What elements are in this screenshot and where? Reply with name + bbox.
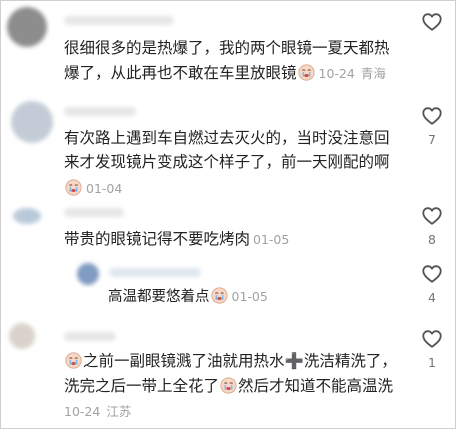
username-blurred[interactable] [64, 208, 124, 217]
comment-text-line: 带贵的眼镜记得不要吃烤肉 01-05 [64, 230, 290, 248]
like-count [417, 39, 447, 53]
like-count: 1 [428, 355, 436, 370]
heart-outline-icon[interactable] [421, 11, 443, 33]
username-blurred[interactable] [64, 107, 136, 116]
avatar[interactable] [9, 323, 35, 349]
username-blurred[interactable] [64, 16, 174, 25]
crying-face-emoji-icon [211, 287, 228, 304]
comment-date: 10-24 [64, 404, 101, 419]
comment-location: 青海 [360, 66, 386, 81]
like-count: 4 [428, 290, 436, 305]
heart-outline-icon[interactable] [421, 205, 443, 227]
avatar[interactable] [11, 101, 53, 143]
comment-text-line: 爆了，从此再也不敢在车里放眼镜 10-24 青海 [64, 64, 386, 82]
like-control[interactable]: 4 [417, 263, 447, 305]
comment-date: 01-05 [253, 232, 290, 247]
like-count: 8 [428, 232, 436, 247]
comment-date: 01-05 [231, 289, 268, 304]
heart-outline-icon[interactable] [421, 328, 443, 350]
avatar[interactable] [77, 263, 99, 285]
like-control[interactable]: 1 [417, 328, 447, 370]
username-blurred[interactable] [109, 268, 201, 277]
comment-location: 江苏 [106, 404, 132, 419]
username-blurred[interactable] [64, 332, 116, 341]
crying-face-emoji-icon [65, 352, 82, 369]
reply-text-line: 高温都要悠着点 01-05 [108, 287, 268, 305]
comment-text-line: 来才发现镜片变成这个样子了，前一天刚配的啊 [64, 153, 390, 171]
comment-meta-line: 10-24 江苏 [64, 401, 131, 422]
heart-outline-icon[interactable] [421, 263, 443, 285]
comment-meta-line: 01-04 [64, 178, 122, 199]
comment-text-line: 很细很多的是热爆了，我的两个眼镜一夏天都热 [64, 39, 390, 57]
comment-text-line: 之前一副眼镜溅了油就用热水➕洗洁精洗了， [64, 351, 397, 371]
crying-face-emoji-icon [220, 377, 237, 394]
heart-outline-icon[interactable] [421, 105, 443, 127]
like-control[interactable]: 7 [417, 105, 447, 147]
comment-text-line: 洗完之后一带上全花了 然后才知道不能高温洗 [64, 377, 394, 395]
comment-date: 10-24 [318, 66, 355, 81]
comment-meta: 10-24 青海 [319, 66, 386, 81]
comment-date: 01-04 [86, 181, 123, 196]
like-count: 7 [428, 132, 436, 147]
like-control[interactable]: 8 [417, 205, 447, 247]
like-control[interactable] [417, 11, 447, 53]
comment-thread: 很细很多的是热爆了，我的两个眼镜一夏天都热 爆了，从此再也不敢在车里放眼镜 10-… [0, 0, 456, 429]
avatar[interactable] [13, 208, 41, 224]
crying-face-emoji-icon [65, 179, 82, 196]
plus-symbol: ➕ [284, 352, 304, 370]
comment-meta: 10-24 江苏 [64, 404, 131, 419]
comment-text-line: 有次路上遇到车自燃过去灭火的，当时没注意回 [64, 129, 390, 147]
crying-face-emoji-icon [298, 64, 315, 81]
avatar[interactable] [7, 7, 47, 47]
